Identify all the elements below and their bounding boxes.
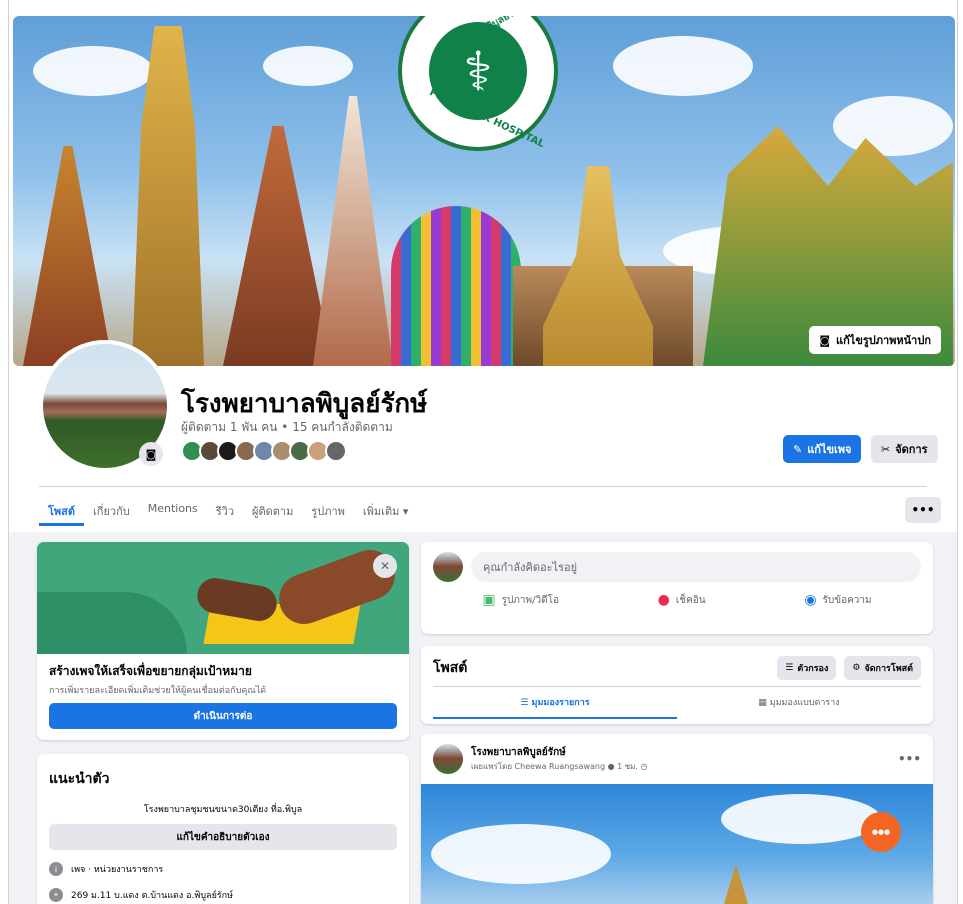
promo-illustration: ✕ xyxy=(37,542,409,654)
tab-4[interactable]: ผู้ติดตาม xyxy=(243,496,302,526)
more-options-button[interactable]: ••• xyxy=(905,497,941,523)
colorful-stupa xyxy=(391,206,521,366)
page-frame: ⚕ โรงพยาบาลพิบูลย์รักษ์ PHIBUNRAK HOSPIT… xyxy=(8,0,958,904)
composer-actions: ▣ รูปภาพ/วิดีโอ ● เช็คอิน ◉ รับข้อความ xyxy=(433,582,921,608)
manage-posts-button[interactable]: ⚙ จัดการโพสต์ xyxy=(844,656,921,680)
posts-title: โพสต์ xyxy=(433,660,468,676)
avatar[interactable] xyxy=(433,744,463,774)
promo-subtitle: การเพิ่มรายละเอียดเพิ่มเติมช่วยให้ผู้คนเ… xyxy=(49,686,267,696)
composer-action-label: รูปภาพ/วิดีโอ xyxy=(501,594,559,606)
intro-details: i เพจ · หน่วยงานราชการ ⌖ 269 ม.11 บ.แดง ต.บ… xyxy=(37,850,409,902)
view-toggle: ☰ มุมมองรายการ ▦ มุมมองแบบตาราง xyxy=(433,686,921,719)
messenger-icon: ◉ xyxy=(804,592,817,608)
channel-badge: ●●● xyxy=(861,812,901,852)
cloud xyxy=(613,36,753,96)
grid-icon: ▦ xyxy=(758,698,767,708)
status-input[interactable]: คุณกำลังคิดอะไรอยู่ xyxy=(471,552,921,582)
filter-label: ตัวกรอง xyxy=(797,664,829,674)
edit-page-label: แก้ไขเพจ xyxy=(807,443,852,456)
tab-0[interactable]: โพสต์ xyxy=(39,496,85,526)
continue-button[interactable]: ดำเนินการต่อ xyxy=(49,703,397,729)
photo-icon: ▣ xyxy=(482,592,496,608)
follower-count[interactable]: ผู้ติดตาม 1 พัน คน • 15 คนกำลังติดตาม xyxy=(181,418,393,437)
intro-title: แนะนำตัว xyxy=(49,771,110,787)
composer-action-label: รับข้อความ xyxy=(822,594,872,606)
info-icon: i xyxy=(49,862,63,876)
intro-card: แนะนำตัว โรงพยาบาลชุมชนขนาด30เตียง ที่อ.… xyxy=(37,754,409,904)
close-icon[interactable]: ✕ xyxy=(373,554,397,578)
tools-icon: ✂ xyxy=(881,442,891,456)
location-icon: ⌖ xyxy=(49,888,63,902)
grid-view-tab[interactable]: ▦ มุมมองแบบตาราง xyxy=(677,687,921,719)
intro-row-text: เพจ · หน่วยงานราชการ xyxy=(71,865,164,875)
cover-photo[interactable]: ⚕ โรงพยาบาลพิบูลย์รักษ์ PHIBUNRAK HOSPIT… xyxy=(13,16,955,366)
edit-cover-button[interactable]: ◙ แก้ไขรูปภาพหน้าปก xyxy=(809,326,941,354)
manage-posts-label: จัดการโพสต์ xyxy=(864,664,913,674)
camera-icon[interactable]: ◙ xyxy=(139,442,163,466)
tab-6[interactable]: เพิ่มเติม ▾ xyxy=(354,496,417,526)
post-options-button[interactable]: ••• xyxy=(898,752,921,766)
tab-2[interactable]: Mentions xyxy=(139,496,207,526)
promo-card: ✕ สร้างเพจให้เสร็จเพื่อขยายกลุ่มเป้าหมาย… xyxy=(37,542,409,740)
promo-title: สร้างเพจให้เสร็จเพื่อขยายกลุ่มเป้าหมาย xyxy=(49,664,252,678)
list-view-label: มุมมองรายการ xyxy=(531,698,590,708)
filter-icon: ☰ xyxy=(785,663,794,673)
location-icon: ● xyxy=(657,592,670,608)
intro-description: โรงพยาบาลชุมชนขนาด30เตียง ที่อ.พิบูล xyxy=(143,805,303,815)
avatar[interactable] xyxy=(433,552,463,582)
post-card: โรงพยาบาลพิบูลย์รักษ์ เผยแพร่โดย Cheewa … xyxy=(421,734,933,904)
tab-3[interactable]: รีวิว xyxy=(207,496,243,526)
post-author[interactable]: โรงพยาบาลพิบูลย์รักษ์ xyxy=(471,745,648,760)
list-icon: ☰ xyxy=(520,698,529,708)
post-image[interactable]: ●●● xyxy=(421,784,933,904)
header-divider xyxy=(39,486,927,487)
temple-spire xyxy=(313,96,393,366)
composer-action-0[interactable]: ▣ รูปภาพ/วิดีโอ xyxy=(482,592,559,608)
intro-row: ⌖ 269 ม.11 บ.แดง ต.บ้านแดง อ.พิบูลย์รักษ์ xyxy=(37,876,409,902)
follower-avatar[interactable] xyxy=(325,440,347,462)
post-meta: เผยแพร่โดย Cheewa Ruangsawang ● 1 ชม. ◷ xyxy=(471,762,648,771)
gear-icon: ⚙ xyxy=(852,663,861,673)
pencil-icon: ✎ xyxy=(793,442,803,456)
manage-label: จัดการ xyxy=(895,443,928,456)
cloud xyxy=(833,96,953,156)
cloud xyxy=(263,46,353,86)
temple-spire xyxy=(223,126,333,366)
temple-spire xyxy=(23,146,113,366)
intro-row: i เพจ · หน่วยงานราชการ xyxy=(37,850,409,876)
follower-avatars[interactable] xyxy=(181,440,347,462)
list-view-tab[interactable]: ☰ มุมมองรายการ xyxy=(433,687,677,719)
page-tabs: โพสต์ เกี่ยวกับ Mentions รีวิว ผู้ติดตาม รูปภ… xyxy=(39,496,417,526)
cloud xyxy=(33,46,153,96)
edit-bio-button[interactable]: แก้ไขคำอธิบายตัวเอง xyxy=(49,824,397,850)
post-composer: คุณกำลังคิดอะไรอยู่ ▣ รูปภาพ/วิดีโอ ● เช็คอ… xyxy=(421,542,933,634)
filter-button[interactable]: ☰ ตัวกรอง xyxy=(777,656,837,680)
intro-row-text: 269 ม.11 บ.แดง ต.บ้านแดง อ.พิบูลย์รักษ์ xyxy=(71,891,234,901)
camera-icon: ◙ xyxy=(819,333,831,347)
edit-cover-label: แก้ไขรูปภาพหน้าปก xyxy=(836,334,931,347)
composer-action-1[interactable]: ● เช็คอิน xyxy=(658,592,706,608)
tab-5[interactable]: รูปภาพ xyxy=(302,496,354,526)
grid-view-label: มุมมองแบบตาราง xyxy=(769,698,840,708)
hospital-logo: ⚕ โรงพยาบาลพิบูลย์รักษ์ PHIBUNRAK HOSPIT… xyxy=(398,16,558,151)
composer-action-label: เช็คอิน xyxy=(675,594,706,606)
edit-page-button[interactable]: ✎ แก้ไขเพจ xyxy=(783,435,862,463)
composer-action-2[interactable]: ◉ รับข้อความ xyxy=(804,592,871,608)
manage-button[interactable]: ✂ จัดการ xyxy=(871,435,938,463)
posts-header-card: โพสต์ ☰ ตัวกรอง ⚙ จัดการโพสต์ ☰ มุมมองรา… xyxy=(421,646,933,724)
tab-1[interactable]: เกี่ยวกับ xyxy=(84,496,139,526)
